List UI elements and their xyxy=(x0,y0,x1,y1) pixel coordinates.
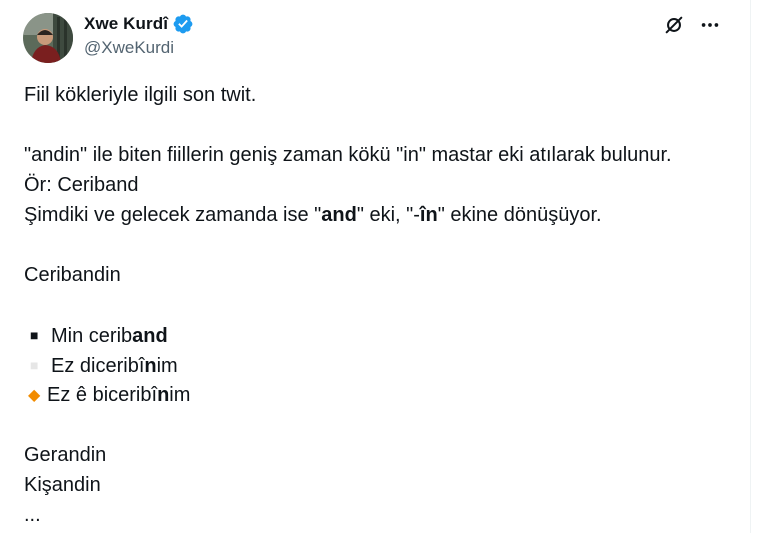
text-fragment: Ez ê biceribî xyxy=(47,384,158,406)
bold-fragment: în xyxy=(419,204,438,226)
list-item: ◆ Ez ê biceribînim xyxy=(24,380,744,410)
text-fragment: " eki, "- xyxy=(356,204,420,226)
tweet-text: Fiil kökleriyle ilgili son twit. "andin"… xyxy=(24,80,744,530)
tweet-actions xyxy=(662,13,722,37)
tweet-line: "andin" ile biten fiillerin geniş zaman … xyxy=(24,144,672,166)
more-horizontal-icon[interactable] xyxy=(698,13,722,37)
orange-diamond-icon: ◆ xyxy=(28,387,41,404)
text-fragment: im xyxy=(156,355,178,377)
tweet-line: Ceribandin xyxy=(24,264,121,286)
white-square-icon: ■ xyxy=(30,357,39,373)
text-fragment: im xyxy=(169,384,191,406)
tweet-line: Gerandin xyxy=(24,444,107,466)
tweet-line: Kişandin xyxy=(24,474,101,496)
tweet-line: Fiil kökleriyle ilgili son twit. xyxy=(24,84,257,106)
tweet-line: ... xyxy=(24,504,41,526)
author-name-row: Xwe Kurdî xyxy=(84,13,194,35)
slashed-circle-icon[interactable] xyxy=(662,13,686,37)
text-fragment: " ekine dönüşüyor. xyxy=(437,204,602,226)
display-name[interactable]: Xwe Kurdî xyxy=(84,14,168,34)
text-fragment: Min cerib xyxy=(51,325,133,347)
black-square-icon: ■ xyxy=(30,327,39,343)
tweet-card: Xwe Kurdî @XweKurdi Fiil kökleriyle ilgi… xyxy=(0,0,751,533)
bold-fragment: n xyxy=(157,384,170,406)
avatar[interactable] xyxy=(23,13,73,63)
bold-fragment: and xyxy=(321,204,357,226)
text-fragment: Ez diceribî xyxy=(51,355,145,377)
author-handle[interactable]: @XweKurdi xyxy=(84,38,174,58)
bold-fragment: n xyxy=(144,355,157,377)
bold-fragment: and xyxy=(132,325,168,347)
verified-badge-icon xyxy=(172,13,194,35)
tweet-line: Şimdiki ve gelecek zamanda ise "and" eki… xyxy=(24,200,744,230)
list-item: ■ Min ceriband xyxy=(24,320,744,350)
text-fragment: Şimdiki ve gelecek zamanda ise " xyxy=(24,204,322,226)
tweet-line: Ör: Ceriband xyxy=(24,174,139,196)
list-item: ■ Ez diceribînim xyxy=(24,350,744,380)
